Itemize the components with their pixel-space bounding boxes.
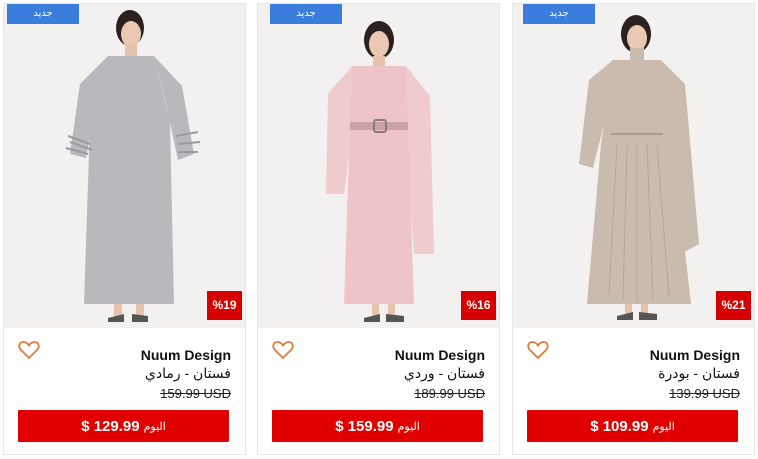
product-title[interactable]: فستان - وردي	[404, 365, 485, 382]
product-title[interactable]: فستان - رمادي	[145, 365, 231, 382]
old-price: 139.99 USD	[669, 386, 740, 401]
model-photo	[513, 4, 754, 328]
product-card[interactable]: جديد %21 Nuum Design فستان - بودرة 139.9…	[512, 3, 755, 455]
today-label: اليوم	[652, 420, 675, 433]
product-card[interactable]: جديد %19 Nuum Design فستان - رمادي 159.9…	[3, 3, 246, 455]
old-price: 189.99 USD	[414, 386, 485, 401]
today-label: اليوم	[397, 420, 420, 433]
dress-shape	[344, 66, 414, 304]
today-label: اليوم	[143, 420, 166, 433]
product-info: Nuum Design فستان - بودرة 139.99 USD $ 1…	[513, 328, 754, 456]
product-info: Nuum Design فستان - وردي 189.99 USD $ 15…	[258, 328, 499, 456]
price-value: $ 129.99	[81, 417, 140, 435]
model-photo	[258, 4, 499, 328]
product-image[interactable]: جديد %21	[513, 4, 754, 328]
product-image[interactable]: جديد %19	[4, 4, 245, 328]
heart-icon[interactable]	[272, 340, 294, 360]
old-price: 159.99 USD	[160, 386, 231, 401]
brand-name[interactable]: Nuum Design	[395, 347, 485, 363]
discount-badge: %19	[207, 291, 242, 320]
heart-icon[interactable]	[18, 340, 40, 360]
brand-name[interactable]: Nuum Design	[650, 347, 740, 363]
buy-button[interactable]: $ 109.99 اليوم	[527, 410, 738, 442]
product-title[interactable]: فستان - بودرة	[658, 365, 740, 382]
new-badge: جديد	[7, 4, 79, 24]
product-info: Nuum Design فستان - رمادي 159.99 USD $ 1…	[4, 328, 245, 456]
discount-badge: %16	[461, 291, 496, 320]
new-badge: جديد	[270, 4, 342, 24]
price-value: $ 109.99	[590, 417, 649, 435]
buy-button[interactable]: $ 159.99 اليوم	[272, 410, 483, 442]
price-value: $ 159.99	[335, 417, 394, 435]
discount-badge: %21	[716, 291, 751, 320]
heart-icon[interactable]	[527, 340, 549, 360]
buy-button[interactable]: $ 129.99 اليوم	[18, 410, 229, 442]
product-grid: جديد %19 Nuum Design فستان - رمادي 159.9…	[0, 0, 758, 459]
brand-name[interactable]: Nuum Design	[141, 347, 231, 363]
product-image[interactable]: جديد %16	[258, 4, 499, 328]
model-photo	[4, 4, 245, 328]
new-badge: جديد	[523, 4, 595, 24]
product-card[interactable]: جديد %16 Nuum Design فستان - وردي 189.99…	[257, 3, 500, 455]
